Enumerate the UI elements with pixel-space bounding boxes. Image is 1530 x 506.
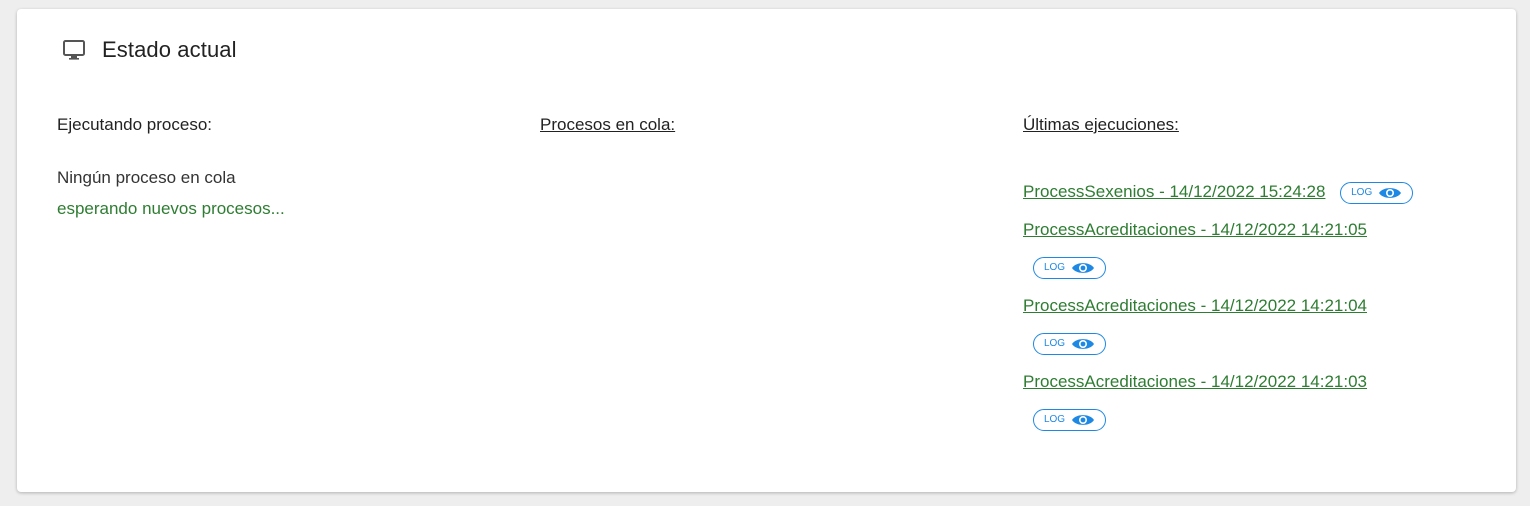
log-label: LOG xyxy=(1043,262,1066,273)
log-button[interactable]: LOG xyxy=(1033,409,1106,431)
running-column: Ejecutando proceso: Ningún proceso en co… xyxy=(57,112,497,220)
last-executions-column: Últimas ejecuciones: ProcessSexenios - 1… xyxy=(1023,112,1483,439)
exec-list: ProcessSexenios - 14/12/2022 15:24:28 LO… xyxy=(1023,173,1443,439)
list-item: ProcessSexenios - 14/12/2022 15:24:28 LO… xyxy=(1023,173,1443,211)
log-label: LOG xyxy=(1043,414,1066,425)
monitor-icon xyxy=(61,37,87,63)
eye-icon xyxy=(1071,336,1095,352)
list-item: ProcessAcreditaciones - 14/12/2022 14:21… xyxy=(1023,287,1443,325)
log-label: LOG xyxy=(1043,338,1066,349)
log-button[interactable]: LOG xyxy=(1033,333,1106,355)
status-card: Estado actual Ejecutando proceso: Ningún… xyxy=(17,9,1516,492)
log-row: LOG xyxy=(1023,401,1443,439)
log-label: LOG xyxy=(1351,186,1373,198)
card-header: Estado actual xyxy=(61,35,237,65)
card-title: Estado actual xyxy=(102,37,237,62)
execution-link[interactable]: ProcessSexenios - 14/12/2022 15:24:28 xyxy=(1023,182,1325,201)
log-row: LOG xyxy=(1023,325,1443,363)
queue-column: Procesos en cola: xyxy=(540,112,980,138)
eye-icon xyxy=(1071,412,1095,428)
log-button[interactable]: LOG xyxy=(1340,181,1414,204)
log-row: LOG xyxy=(1023,249,1443,287)
eye-icon xyxy=(1378,185,1402,201)
queue-heading[interactable]: Procesos en cola: xyxy=(540,112,980,138)
running-heading: Ejecutando proceso: xyxy=(57,115,212,134)
waiting-text: esperando nuevos procesos... xyxy=(57,199,285,218)
last-executions-heading[interactable]: Últimas ejecuciones: xyxy=(1023,112,1483,138)
execution-link[interactable]: ProcessAcreditaciones - 14/12/2022 14:21… xyxy=(1023,372,1367,391)
execution-link[interactable]: ProcessAcreditaciones - 14/12/2022 14:21… xyxy=(1023,296,1367,315)
execution-link[interactable]: ProcessAcreditaciones - 14/12/2022 14:21… xyxy=(1023,220,1367,239)
eye-icon xyxy=(1071,260,1095,276)
log-button[interactable]: LOG xyxy=(1033,257,1106,279)
running-status-text: Ningún proceso en cola xyxy=(57,168,236,187)
list-item: ProcessAcreditaciones - 14/12/2022 14:21… xyxy=(1023,211,1443,249)
list-item: ProcessAcreditaciones - 14/12/2022 14:21… xyxy=(1023,363,1443,401)
